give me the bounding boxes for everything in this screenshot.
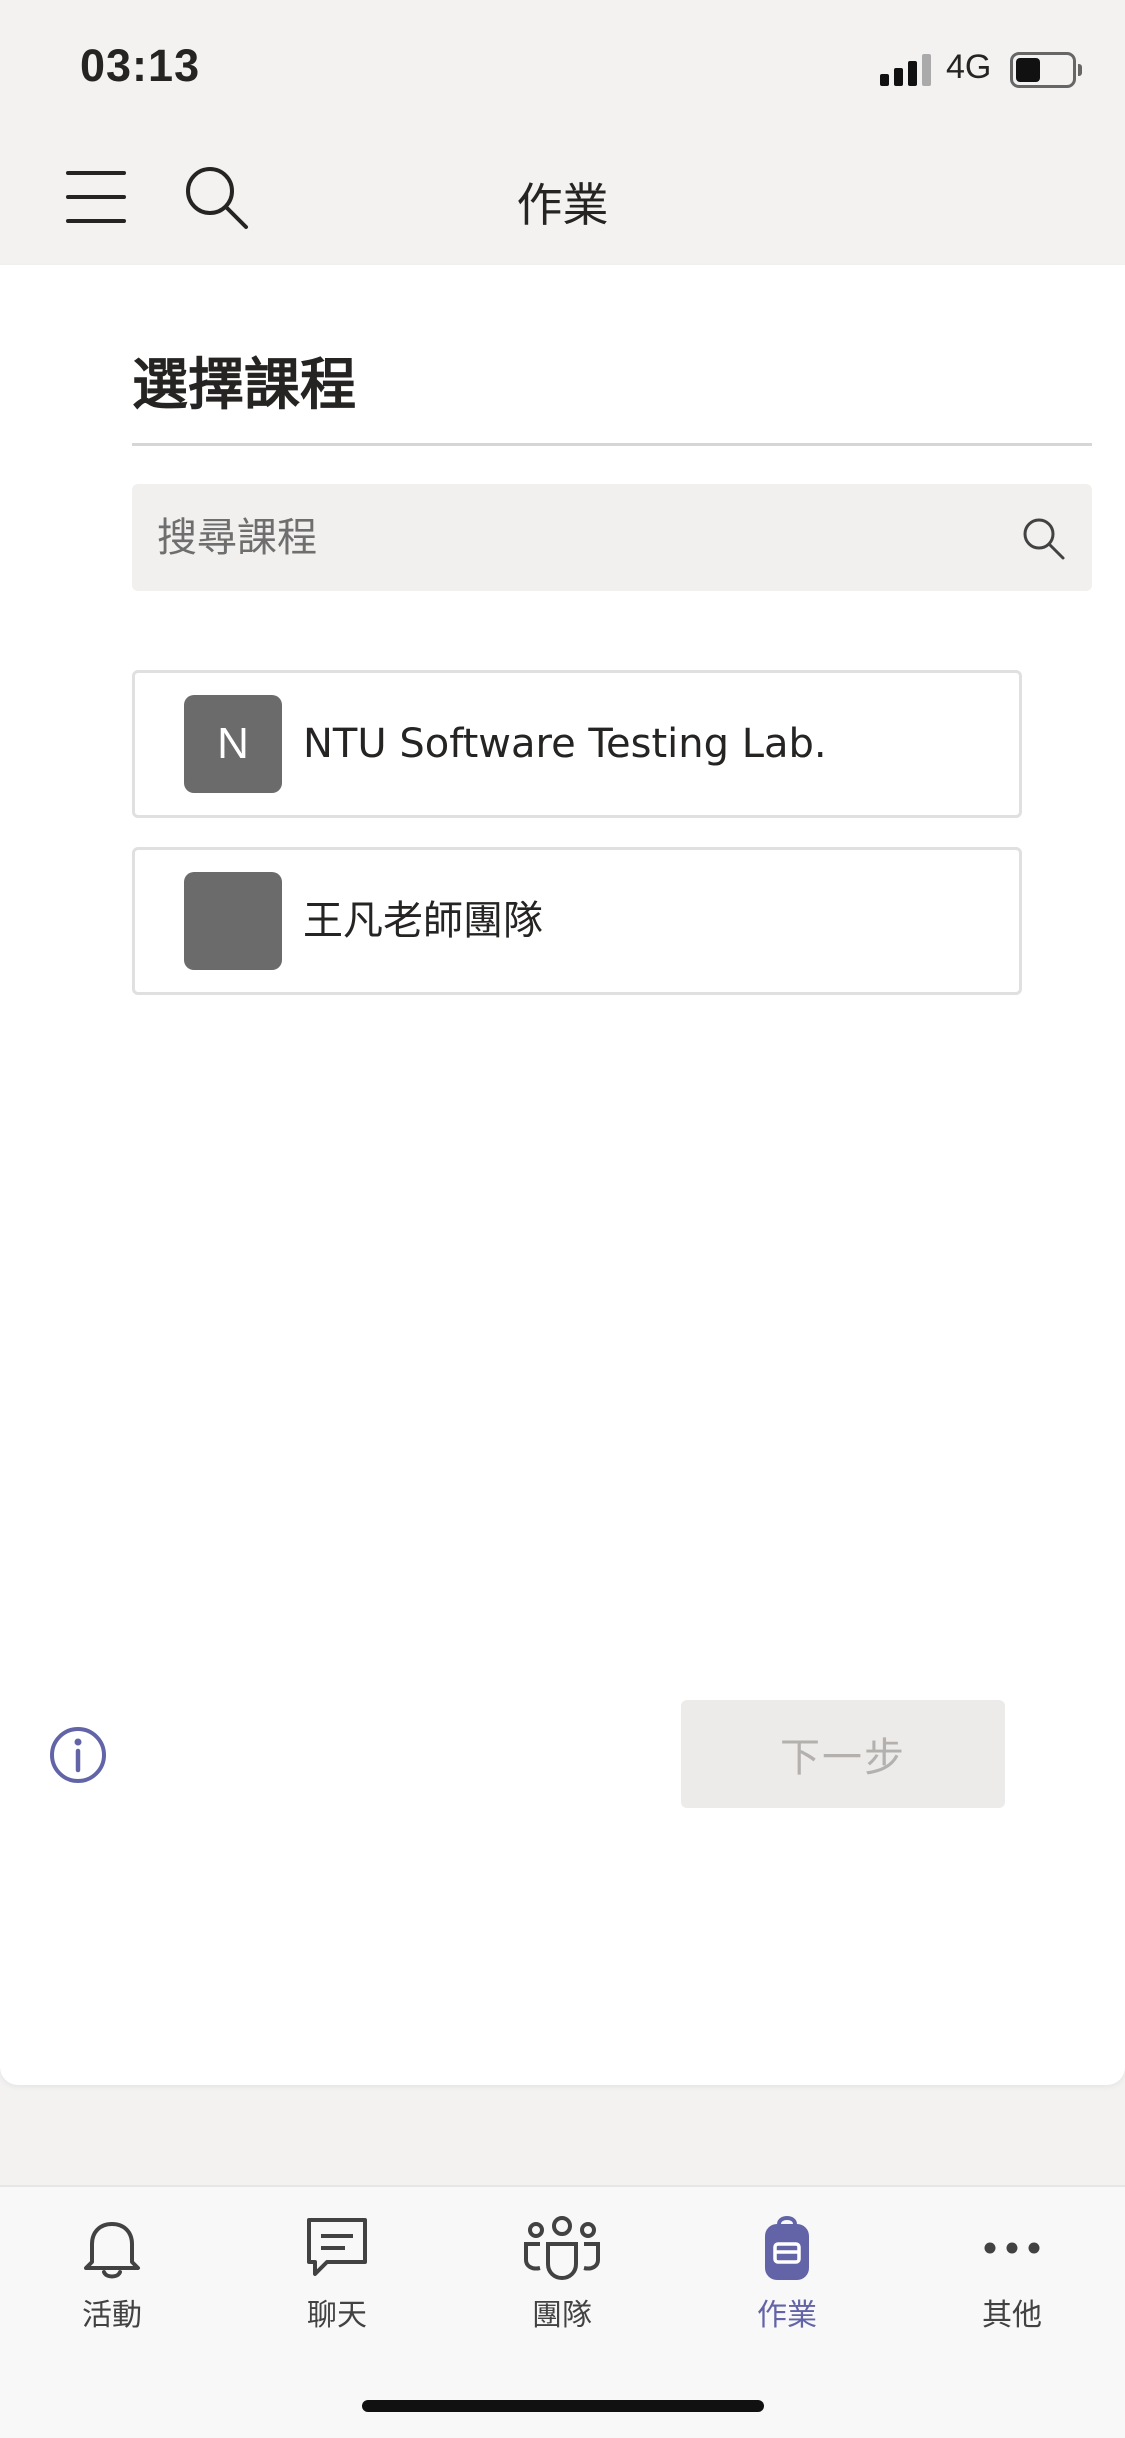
course-item[interactable]: N NTU Software Testing Lab. (132, 670, 1022, 818)
tab-teams[interactable]: 團隊 (482, 2212, 642, 2342)
network-type: 4G (946, 48, 992, 86)
status-time: 03:13 (80, 40, 201, 91)
tab-chat[interactable]: 聊天 (257, 2212, 417, 2342)
tab-label: 聊天 (307, 2298, 367, 2333)
search-icon[interactable] (1019, 514, 1067, 562)
tab-label: 作業 (757, 2298, 817, 2333)
course-avatar (184, 872, 282, 970)
tab-label: 團隊 (532, 2298, 592, 2333)
bell-icon (84, 2222, 140, 2279)
course-name: 王凡老師團隊 (303, 898, 543, 944)
signal-icon (880, 50, 932, 86)
course-item[interactable]: 王凡老師團隊 (132, 847, 1022, 995)
select-course-panel: 選擇課程 N NTU Software Testing Lab. 王凡老師團隊 (0, 265, 1125, 2085)
battery-icon (1010, 52, 1082, 88)
course-avatar: N (184, 695, 282, 793)
more-icon (984, 2242, 1040, 2254)
page-title: 作業 (516, 178, 609, 232)
course-name: NTU Software Testing Lab. (303, 721, 827, 767)
divider (132, 443, 1092, 446)
course-search-input[interactable] (157, 484, 977, 591)
app-header: 作業 (0, 135, 1125, 265)
tab-bar: 活動 聊天 團隊 作業 其他 (0, 2185, 1125, 2438)
home-indicator (362, 2400, 764, 2412)
backpack-icon (765, 2216, 809, 2280)
teams-icon (524, 2216, 600, 2281)
tab-activity[interactable]: 活動 (32, 2212, 192, 2342)
tab-more[interactable]: 其他 (932, 2212, 1092, 2342)
next-button[interactable]: 下一步 (681, 1700, 1005, 1808)
course-search-box (132, 484, 1092, 591)
status-bar: 03:13 4G (0, 0, 1125, 135)
panel-title: 選擇課程 (132, 353, 356, 418)
tab-label: 活動 (82, 2298, 142, 2333)
tab-assignments[interactable]: 作業 (707, 2212, 867, 2342)
info-icon[interactable] (48, 1725, 108, 1785)
chat-icon (307, 2218, 367, 2276)
tab-label: 其他 (982, 2298, 1042, 2333)
